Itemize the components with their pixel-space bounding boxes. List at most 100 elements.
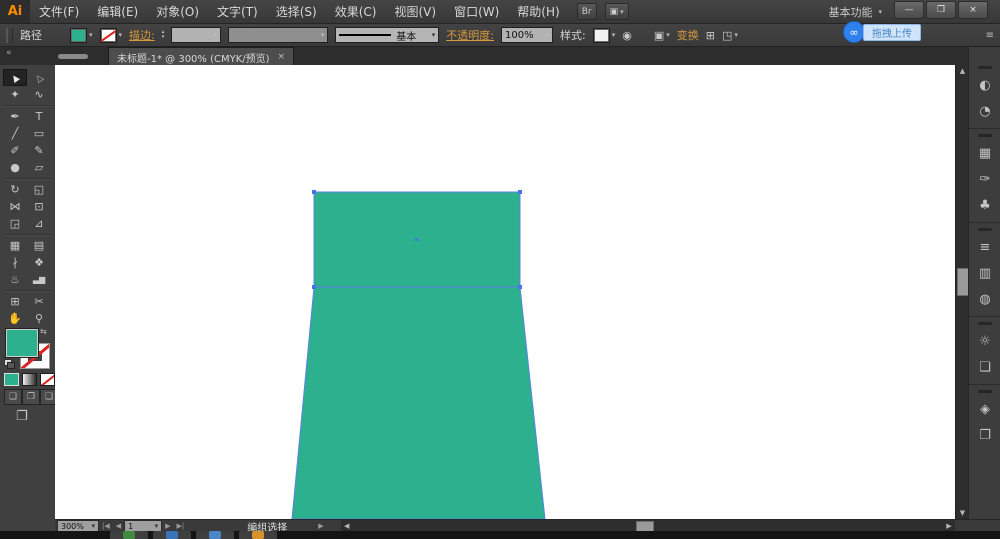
menu-window[interactable]: 窗口(W) [445, 0, 508, 23]
graphic-styles-icon[interactable]: ❏ [969, 354, 1000, 380]
minimize-button[interactable]: — [894, 1, 924, 19]
color-fill-button[interactable] [4, 373, 19, 386]
drag-upload-button[interactable]: 拖拽上传 [863, 24, 921, 41]
tool-mesh[interactable]: ▦ [3, 237, 27, 254]
transform-panel-link[interactable]: 变换 [677, 27, 699, 43]
dock-grip[interactable] [978, 390, 992, 393]
tool-direct-selection[interactable]: ▷ [27, 69, 51, 86]
close-tab-icon[interactable]: × [278, 52, 286, 62]
chevron-down-icon[interactable]: ▾ [119, 31, 123, 39]
none-fill-button[interactable] [40, 373, 55, 386]
tool-line-segment[interactable]: ╱ [3, 125, 27, 142]
symbols-icon[interactable]: ♣ [969, 192, 1000, 218]
menu-help[interactable]: 帮助(H) [508, 0, 568, 23]
tool-magic-wand[interactable]: ✦ [3, 86, 27, 103]
transparency-icon[interactable]: ◍ [969, 286, 1000, 312]
dock-grip[interactable] [978, 134, 992, 137]
gradient-icon[interactable]: ▥ [969, 260, 1000, 286]
control-panel-menu-icon[interactable]: ≡ [986, 30, 994, 41]
anchor-bottom-right[interactable] [518, 285, 522, 289]
restore-button[interactable]: ❐ [926, 1, 956, 19]
default-fill-stroke-icon[interactable] [4, 359, 14, 368]
bridge-icon[interactable]: Br [577, 3, 597, 20]
brushes-icon[interactable]: ✑ [969, 166, 1000, 192]
tool-slice[interactable]: ✂ [27, 293, 51, 310]
tools-panel-grip[interactable] [58, 54, 88, 59]
stroke-color-control[interactable]: ▾ [100, 28, 123, 43]
width-profile-select[interactable]: ▾ [228, 27, 328, 43]
tool-blob-brush[interactable]: ● [3, 159, 27, 176]
next-artboard-icon[interactable]: ▶ [162, 522, 173, 530]
anchor-top-right[interactable] [518, 190, 522, 194]
select-similar-control[interactable]: ▣ ▾ [654, 29, 670, 42]
opacity-input[interactable]: 100% ▾ [501, 27, 553, 43]
stroke-icon[interactable]: ≡ [969, 234, 1000, 260]
tool-perspective-grid[interactable]: ⊿ [27, 215, 51, 232]
tool-eraser[interactable]: ▱ [27, 159, 51, 176]
color-guide-icon[interactable]: ◔ [969, 98, 1000, 124]
tool-shape-builder[interactable]: ◲ [3, 215, 27, 232]
screen-mode-button[interactable]: ❐ [16, 409, 28, 424]
select-similar-icon[interactable]: ▣ [654, 29, 664, 42]
color-panel-icon[interactable]: ◐ [969, 72, 1000, 98]
isolate-selected-icon[interactable]: ◳ [722, 29, 732, 42]
tool-rotate[interactable]: ↻ [3, 181, 27, 198]
menu-select[interactable]: 选择(S) [267, 0, 326, 23]
scroll-left-icon[interactable]: ◀ [341, 522, 353, 530]
taskbar-app-button[interactable] [153, 531, 191, 539]
stepper-down-icon[interactable]: ▾ [162, 35, 165, 40]
tool-selection[interactable]: ▶ [3, 69, 27, 86]
layers-icon[interactable]: ◈ [969, 396, 1000, 422]
scroll-right-icon[interactable]: ▶ [943, 522, 955, 530]
tool-zoom[interactable]: ⚲ [27, 310, 51, 327]
artboard-canvas[interactable] [55, 65, 955, 519]
taskbar-app-button[interactable] [110, 531, 148, 539]
tool-lasso[interactable]: ∿ [27, 86, 51, 103]
draw-behind-button[interactable]: ❐ [22, 389, 40, 405]
tool-column-graph[interactable]: ▃▆ [27, 271, 51, 288]
chevron-down-icon[interactable]: ▾ [666, 31, 670, 39]
chevron-down-icon[interactable]: ▾ [89, 31, 93, 39]
tool-gradient[interactable]: ▤ [27, 237, 51, 254]
anchor-top-left[interactable] [312, 190, 316, 194]
menu-view[interactable]: 视图(V) [385, 0, 445, 23]
brush-definition-select[interactable]: 基本 ▾ [335, 27, 439, 43]
gradient-fill-button[interactable] [22, 373, 37, 386]
taskbar-app-button[interactable] [196, 531, 234, 539]
artboards-icon[interactable]: ❐ [969, 422, 1000, 448]
menu-object[interactable]: 对象(O) [147, 0, 208, 23]
opacity-panel-link[interactable]: 不透明度: [446, 27, 494, 43]
chevron-down-icon[interactable]: ▾ [612, 31, 616, 39]
chevron-down-icon[interactable]: ▾ [734, 31, 738, 39]
last-artboard-icon[interactable]: ▶| [174, 522, 188, 530]
prev-artboard-icon[interactable]: ◀ [113, 522, 124, 530]
tool-width[interactable]: ⋈ [3, 198, 27, 215]
stroke-weight-select[interactable]: ▾ [171, 27, 221, 43]
tool-symbol-sprayer[interactable]: ♨ [3, 271, 27, 288]
tool-scale[interactable]: ◱ [27, 181, 51, 198]
recolor-artwork-icon[interactable]: ◉ [622, 29, 632, 42]
first-artboard-icon[interactable]: |◀ [99, 522, 113, 530]
swatches-icon[interactable]: ▦ [969, 140, 1000, 166]
menu-edit[interactable]: 编辑(E) [88, 0, 147, 23]
workspace-switcher[interactable]: 基本功能 ▾ [828, 4, 882, 20]
collapse-tools-icon[interactable]: « [6, 48, 12, 58]
appearance-icon[interactable]: ☼ [969, 328, 1000, 354]
arrange-documents-icon[interactable]: ▣ ▾ [605, 3, 629, 20]
tool-paintbrush[interactable]: ✐ [3, 142, 27, 159]
menu-type[interactable]: 文字(T) [208, 0, 267, 23]
dock-grip[interactable] [978, 322, 992, 325]
menu-file[interactable]: 文件(F) [30, 0, 88, 23]
stroke-weight-stepper[interactable]: ▴ ▾ [162, 30, 165, 40]
fill-swatch[interactable] [70, 28, 87, 43]
draw-normal-button[interactable]: ❏ [4, 389, 22, 405]
align-icon[interactable]: ⊞ [706, 29, 715, 42]
dock-grip[interactable] [978, 228, 992, 231]
swap-fill-stroke-icon[interactable]: ⇆ [40, 327, 47, 336]
cloud-icon[interactable]: ∞ [843, 21, 865, 43]
anchor-bottom-left[interactable] [312, 285, 316, 289]
vertical-scrollbar[interactable]: ▲ ▼ [955, 65, 969, 519]
isolate-control[interactable]: ◳ ▾ [722, 29, 738, 42]
status-menu-icon[interactable]: ▶ [315, 522, 326, 530]
tool-rectangle[interactable]: ▭ [27, 125, 51, 142]
